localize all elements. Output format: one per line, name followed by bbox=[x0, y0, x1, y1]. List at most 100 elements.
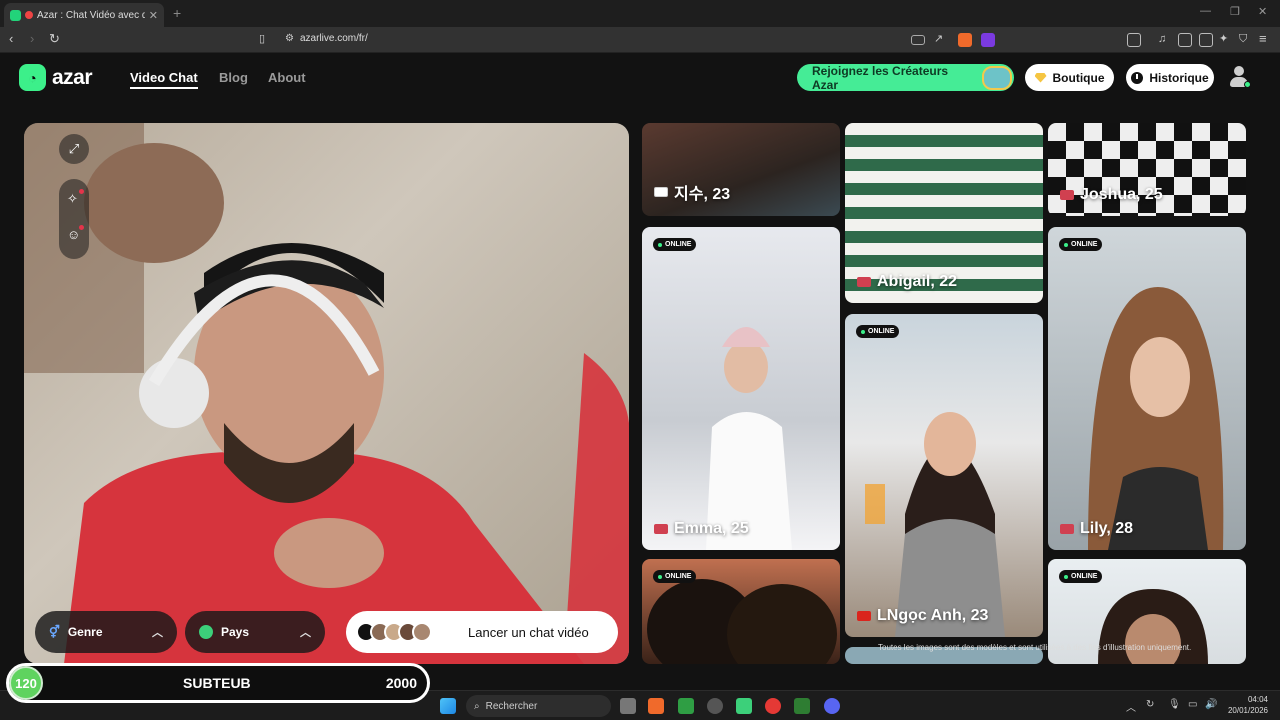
youtube-icon[interactable] bbox=[765, 698, 781, 714]
webcam-image bbox=[24, 123, 629, 664]
search-icon: ⌕ bbox=[474, 700, 480, 712]
microphone-icon[interactable]: 🎙 bbox=[1168, 699, 1181, 710]
online-badge: ONLINE bbox=[653, 570, 697, 583]
webcam-video: ⤢ ✧ ☺ bbox=[24, 123, 629, 664]
address-bar[interactable]: azarlive.com/fr/ bbox=[300, 33, 368, 44]
brave-browser-icon[interactable] bbox=[648, 698, 664, 714]
azar-favicon-icon bbox=[10, 9, 21, 21]
profile-card[interactable]: ONLINE Lily, 28 bbox=[1048, 227, 1246, 550]
minimize-icon[interactable]: — bbox=[1200, 5, 1211, 17]
expand-icon[interactable]: ⤢ bbox=[59, 134, 89, 164]
online-badge: ONLINE bbox=[856, 325, 900, 338]
profile-photo bbox=[865, 412, 1005, 637]
start-menu-icon[interactable] bbox=[440, 698, 456, 714]
effects-wand-icon[interactable]: ✧ bbox=[67, 191, 78, 207]
share-icon[interactable]: ↗ bbox=[934, 32, 943, 46]
task-view-icon[interactable] bbox=[620, 698, 636, 714]
music-icon[interactable]: ♫ bbox=[1158, 32, 1166, 46]
nav-video-chat[interactable]: Video Chat bbox=[130, 70, 198, 89]
taskbar-search[interactable]: ⌕ Rechercher bbox=[466, 695, 611, 717]
vpn-icon[interactable]: ⛉ bbox=[1239, 32, 1247, 46]
chevron-up-icon: ︿ bbox=[300, 627, 311, 639]
bookmark-icon[interactable]: ▯ bbox=[259, 32, 265, 46]
start-video-chat-button[interactable]: Lancer un chat vidéo bbox=[346, 611, 618, 653]
clock-icon bbox=[1131, 71, 1144, 84]
maximize-icon[interactable]: ❐ bbox=[1230, 5, 1240, 18]
azar-app-icon[interactable] bbox=[736, 698, 752, 714]
overlay-goal-value: 2000 bbox=[385, 675, 417, 691]
country-filter-button[interactable]: Pays ︿ bbox=[185, 611, 325, 653]
nav-blog[interactable]: Blog bbox=[219, 70, 248, 85]
globe-icon bbox=[199, 625, 213, 639]
chevron-up-icon: ︿ bbox=[152, 627, 163, 639]
shop-label: Boutique bbox=[1052, 70, 1105, 85]
diamond-icon bbox=[1034, 72, 1047, 83]
illustration-disclaimer: Toutes les images sont des modèles et so… bbox=[878, 643, 1192, 652]
shop-button[interactable]: Boutique bbox=[1025, 64, 1114, 91]
browser-tab[interactable]: Azar : Chat Vidéo avec de no ✕ bbox=[4, 3, 164, 27]
discord-icon[interactable] bbox=[824, 698, 840, 714]
tray-chevron-icon[interactable]: ︿ bbox=[1126, 699, 1136, 714]
azar-site: ◔ azar Video Chat Blog About Rejoignez l… bbox=[0, 53, 1280, 690]
tab-title: Azar : Chat Vidéo avec de no bbox=[37, 9, 145, 21]
history-button[interactable]: Historique bbox=[1126, 64, 1214, 91]
forward-icon[interactable]: › bbox=[30, 32, 34, 46]
profile-name: LNgọc Anh, 23 bbox=[857, 607, 988, 625]
profile-card[interactable]: ONLINE Emma, 25 bbox=[642, 227, 840, 550]
back-icon[interactable]: ‹ bbox=[9, 32, 13, 46]
volume-icon[interactable]: 🔊 bbox=[1205, 699, 1217, 710]
brazil-app-icon[interactable] bbox=[794, 698, 810, 714]
sidebar-icon[interactable] bbox=[1178, 33, 1192, 47]
profile-name: Abigail, 22 bbox=[857, 273, 957, 291]
start-video-chat-label: Lancer un chat vidéo bbox=[468, 624, 589, 640]
close-window-icon[interactable]: ✕ bbox=[1258, 5, 1267, 18]
profile-name: Lily, 28 bbox=[1060, 520, 1133, 538]
join-creators-button[interactable]: Rejoignez les Créateurs Azar bbox=[797, 64, 1014, 92]
azar-logo[interactable]: ◔ azar bbox=[19, 64, 93, 91]
profile-name: Emma, 25 bbox=[654, 520, 749, 538]
network-icon[interactable]: ▭ bbox=[1188, 699, 1197, 710]
sync-icon[interactable]: ↻ bbox=[1146, 699, 1154, 710]
close-tab-icon[interactable]: ✕ bbox=[149, 9, 158, 22]
recording-icon bbox=[25, 11, 33, 19]
online-status-dot bbox=[1244, 81, 1251, 88]
profile-name: 지수, 23 bbox=[654, 180, 730, 204]
site-info-icon[interactable]: ⚙ bbox=[285, 32, 294, 46]
system-clock[interactable]: 04:04 20/01/2026 bbox=[1222, 694, 1268, 716]
browser-titlebar: Azar : Chat Vidéo avec de no ✕ + — ❐ ✕ bbox=[0, 0, 1280, 27]
brave-rewards-icon[interactable] bbox=[981, 33, 995, 47]
obs-icon[interactable] bbox=[707, 698, 723, 714]
clock-date: 20/01/2026 bbox=[1227, 706, 1268, 715]
stream-goal-overlay: 120 SUBTEUB 2000 bbox=[6, 663, 430, 703]
country-label: Pays bbox=[221, 625, 250, 639]
menu-icon[interactable]: ≡ bbox=[1259, 32, 1267, 46]
online-badge: ONLINE bbox=[1059, 238, 1103, 251]
reload-icon[interactable]: ↻ bbox=[49, 32, 60, 46]
profile-card[interactable]: Joshua, 25 bbox=[1048, 123, 1246, 216]
gender-label: Genre bbox=[67, 625, 103, 639]
profile-card[interactable]: 지수, 23 bbox=[642, 123, 840, 216]
history-label: Historique bbox=[1149, 70, 1209, 85]
face-filter-icon[interactable]: ☺ bbox=[67, 227, 80, 242]
profile-card[interactable]: ONLINE bbox=[642, 559, 840, 664]
gender-icon: ⚥ bbox=[49, 625, 60, 639]
brave-shield-icon[interactable] bbox=[958, 33, 972, 47]
online-badge: ONLINE bbox=[1059, 570, 1103, 583]
profile-card[interactable]: Abigail, 22 bbox=[845, 123, 1043, 303]
creators-thumbnail bbox=[982, 65, 1012, 90]
online-badge: ONLINE bbox=[653, 238, 697, 251]
profile-name: Joshua, 25 bbox=[1060, 186, 1163, 204]
wallet-icon[interactable] bbox=[1199, 33, 1213, 47]
user-avatar-icon[interactable] bbox=[1228, 66, 1251, 88]
ai-icon[interactable]: ✦ bbox=[1219, 32, 1228, 46]
new-tab-icon[interactable]: + bbox=[173, 5, 181, 21]
green-app-icon[interactable] bbox=[678, 698, 694, 714]
gender-filter-button[interactable]: ⚥ Genre ︿ bbox=[35, 611, 177, 653]
video-tools: ✧ ☺ bbox=[59, 179, 89, 259]
cast-icon[interactable] bbox=[911, 35, 925, 45]
level-badge: 120 bbox=[9, 666, 43, 700]
overlay-name: SUBTEUB bbox=[183, 675, 251, 691]
extensions-icon[interactable] bbox=[1127, 33, 1141, 47]
profile-card[interactable]: ONLINE LNgọc Anh, 23 bbox=[845, 314, 1043, 637]
nav-about[interactable]: About bbox=[268, 70, 306, 85]
